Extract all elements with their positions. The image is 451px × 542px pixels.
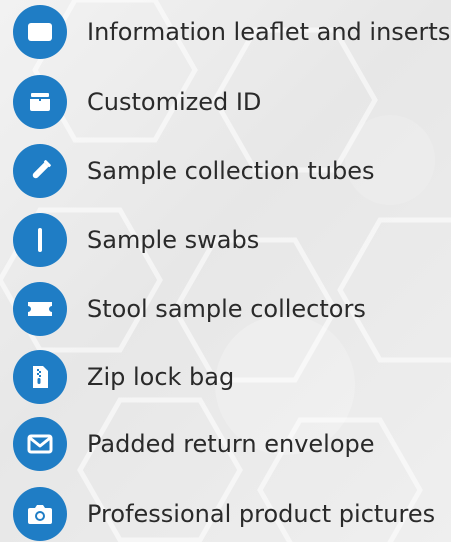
list-item-label: Padded return envelope (87, 430, 375, 458)
camera-icon (13, 487, 67, 541)
list-item-label: Sample swabs (87, 226, 260, 254)
list-item-label: Professional product pictures (87, 500, 436, 528)
zip-bag-icon (13, 350, 67, 404)
list-item-customized-id: Customized ID (13, 75, 443, 129)
list-item-sample-swabs: Sample swabs (13, 213, 443, 267)
test-tube-icon (13, 144, 67, 198)
swab-icon (13, 213, 67, 267)
list-item-label: Information leaflet and inserts (87, 18, 451, 46)
list-item-label: Stool sample collectors (87, 295, 366, 323)
list-item-collection-tubes: Sample collection tubes (13, 144, 443, 198)
stool-collector-icon (13, 282, 67, 336)
list-item-zip-lock-bag: Zip lock bag (13, 350, 443, 404)
list-item-label: Customized ID (87, 88, 262, 116)
envelope-icon (13, 417, 67, 471)
list-item-return-envelope: Padded return envelope (13, 417, 443, 471)
page: Information leaflet and inserts Customiz… (0, 0, 451, 542)
leaflet-icon (13, 5, 67, 59)
list-item-product-pictures: Professional product pictures (13, 487, 443, 541)
list-item-stool-collectors: Stool sample collectors (13, 282, 443, 336)
id-box-icon (13, 75, 67, 129)
list-item-label: Sample collection tubes (87, 157, 375, 185)
list-item-leaflet: Information leaflet and inserts (13, 5, 450, 59)
list-item-label: Zip lock bag (87, 363, 235, 391)
